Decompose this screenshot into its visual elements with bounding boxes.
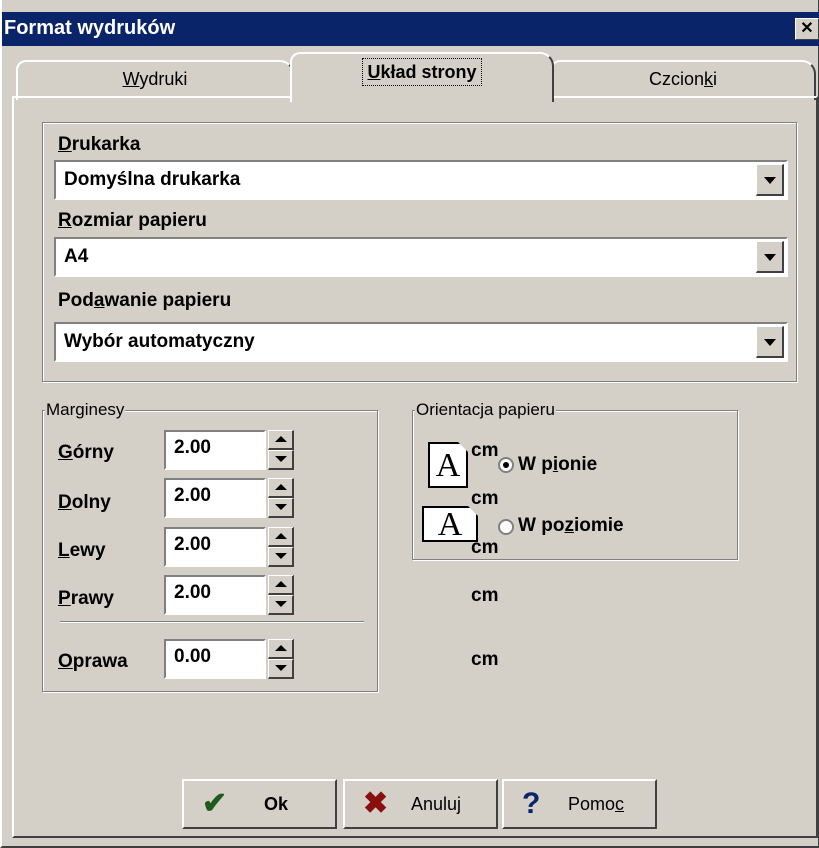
- printer-select[interactable]: Domyślna drukarka: [54, 160, 788, 200]
- margin-unit: cm: [471, 585, 499, 606]
- margin-right-label: Prawy: [58, 588, 114, 609]
- portrait-page-icon: A: [428, 442, 468, 488]
- ok-button[interactable]: ✔ Ok: [182, 779, 337, 829]
- margin-top-spinner: 2.00 cm: [164, 430, 498, 470]
- close-button[interactable]: ✕: [795, 18, 819, 40]
- tab-uklad-strony[interactable]: Układ strony: [290, 52, 554, 102]
- help-button[interactable]: ? Pomoc: [502, 779, 657, 829]
- tab-label: Wydruki: [122, 69, 188, 89]
- cancel-label: Anuluj: [411, 794, 462, 814]
- margin-unit: cm: [471, 649, 499, 670]
- margin-left-spinner: 2.00 cm: [164, 527, 498, 567]
- margin-bottom-label: Dolny: [58, 492, 111, 513]
- portrait-label[interactable]: W pionie: [518, 454, 597, 476]
- paper-size-label: Rozmiar papieru: [58, 210, 207, 231]
- x-icon: ✖: [363, 787, 389, 820]
- paper-size-select[interactable]: A4: [54, 237, 788, 277]
- tab-czcionki[interactable]: Czcionki: [550, 60, 816, 100]
- margin-right-input[interactable]: 2.00: [164, 575, 266, 615]
- chevron-down-icon[interactable]: [756, 326, 784, 358]
- margin-bottom-spinner: 2.00 cm: [164, 478, 498, 518]
- spin-down-icon[interactable]: [268, 659, 294, 679]
- tab-wydruki[interactable]: Wydruki: [16, 60, 294, 100]
- portrait-radio[interactable]: [498, 457, 514, 473]
- spin-up-icon[interactable]: [268, 639, 294, 659]
- printer-value: Domyślna drukarka: [64, 169, 241, 190]
- window-title: Format wydruków: [4, 17, 176, 39]
- margins-title: Marginesy: [45, 400, 126, 420]
- spin-down-icon[interactable]: [268, 595, 294, 615]
- ok-label: Ok: [264, 794, 289, 814]
- checkmark-icon: ✔: [202, 787, 228, 820]
- binding-spinner: 0.00 cm: [164, 639, 498, 679]
- binding-label: Oprawa: [58, 651, 128, 672]
- tab-label: Czcionki: [648, 69, 718, 89]
- paper-size-value: A4: [64, 246, 89, 267]
- chevron-down-icon[interactable]: [756, 164, 784, 196]
- landscape-radio[interactable]: [498, 519, 514, 535]
- margins-separator: [60, 621, 364, 623]
- margin-bottom-input[interactable]: 2.00: [164, 478, 266, 518]
- cancel-button[interactable]: ✖ Anuluj: [343, 779, 498, 829]
- margin-top-input[interactable]: 2.00: [164, 430, 266, 470]
- margin-right-spinner: 2.00 cm: [164, 575, 498, 615]
- help-label: Pomoc: [568, 794, 625, 814]
- margin-unit: cm: [471, 440, 499, 461]
- orientation-title: Orientacja papieru: [415, 400, 556, 420]
- margin-top-label: Górny: [58, 442, 114, 463]
- printer-label: Drukarka: [58, 134, 141, 155]
- landscape-label[interactable]: W poziomie: [518, 515, 624, 537]
- margin-left-label: Lewy: [58, 540, 106, 561]
- close-icon: ✕: [800, 20, 814, 37]
- spin-down-icon[interactable]: [268, 498, 294, 518]
- margin-left-input[interactable]: 2.00: [164, 527, 266, 567]
- binding-input[interactable]: 0.00: [164, 639, 266, 679]
- spin-down-icon[interactable]: [268, 450, 294, 470]
- spin-up-icon[interactable]: [268, 575, 294, 595]
- title-bar: Format wydruków ✕: [2, 12, 819, 46]
- landscape-page-icon: A: [422, 506, 478, 543]
- chevron-down-icon[interactable]: [756, 241, 784, 273]
- spin-up-icon[interactable]: [268, 430, 294, 450]
- tab-label: Układ strony: [362, 58, 482, 86]
- spin-up-icon[interactable]: [268, 527, 294, 547]
- spin-down-icon[interactable]: [268, 547, 294, 567]
- paper-feed-select[interactable]: Wybór automatyczny: [54, 322, 788, 362]
- paper-feed-label: Podawanie papieru: [58, 290, 232, 311]
- spin-up-icon[interactable]: [268, 478, 294, 498]
- dialog-window: Format wydruków ✕ Wydruki Czcionki Układ…: [0, 0, 819, 848]
- question-icon: ?: [522, 787, 541, 820]
- paper-feed-value: Wybór automatyczny: [64, 331, 255, 352]
